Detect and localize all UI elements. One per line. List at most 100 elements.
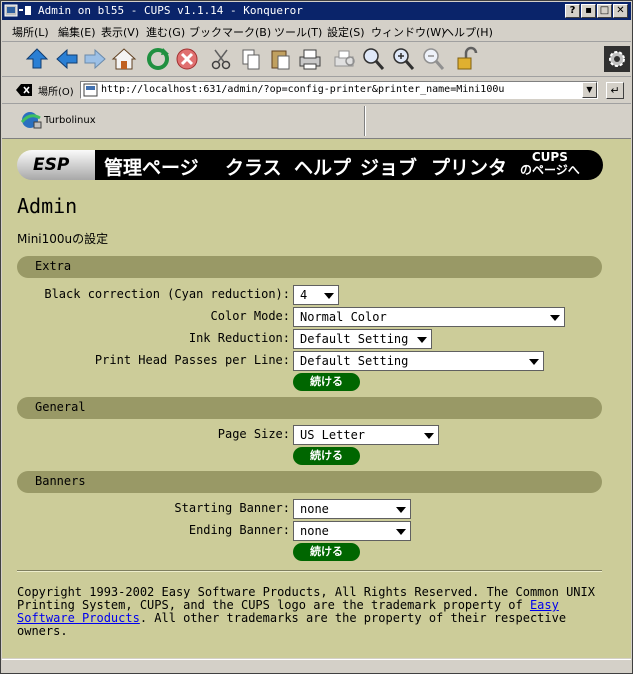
section-general-title: General	[35, 400, 86, 414]
status-bar	[2, 659, 631, 674]
ink-reduction-label: Ink Reduction:	[188, 331, 290, 345]
page-title: Admin	[17, 194, 78, 218]
title-bar[interactable]: Admin on bl55 - CUPS v1.1.14 - Konqueror…	[2, 2, 631, 20]
ink-reduction-select[interactable]: Default Setting	[293, 329, 432, 349]
menu-settings[interactable]: 設定(S)	[327, 24, 365, 40]
extra-continue-button[interactable]: 続ける	[293, 373, 360, 391]
zoom-in-icon[interactable]	[390, 46, 416, 72]
menu-go[interactable]: 進む(G)	[146, 24, 185, 40]
page-size-value: US Letter	[300, 428, 366, 442]
url-history-dropdown[interactable]: ▼	[582, 82, 597, 98]
section-extra-title: Extra	[35, 259, 72, 273]
nav-jobs-link[interactable]: ジョブ	[360, 153, 417, 180]
cut-icon[interactable]	[208, 46, 234, 72]
nav-printers-link[interactable]: プリンタ	[431, 153, 507, 180]
starting-banner-label: Starting Banner:	[174, 501, 290, 515]
section-banners-title: Banners	[35, 474, 86, 488]
starting-banner-value: none	[300, 502, 329, 516]
black-correction-value: 4	[300, 288, 308, 302]
back-arrow-icon[interactable]	[54, 46, 80, 72]
section-extra-header: Extra	[17, 256, 602, 278]
menu-tools[interactable]: ツール(T)	[274, 24, 322, 40]
copyright-footer: Copyright 1993-2002 Easy Software Produc…	[17, 586, 607, 638]
menu-edit[interactable]: 編集(E)	[58, 24, 96, 40]
footer-text-1: Copyright 1993-2002 Easy Software Produc…	[17, 585, 595, 612]
nav-classes-link[interactable]: クラス	[225, 153, 282, 180]
cups-link-line2: のページへ	[520, 163, 580, 177]
ink-reduction-value: Default Setting	[300, 332, 409, 346]
esp-logo[interactable]: ESP	[17, 150, 95, 180]
chevron-down-icon	[550, 315, 560, 321]
head-passes-select[interactable]: Default Setting	[293, 351, 544, 371]
turbolinux-icon	[20, 112, 42, 129]
ending-banner-value: none	[300, 524, 329, 538]
black-correction-select[interactable]: 4	[293, 285, 339, 305]
chevron-down-icon	[529, 359, 539, 365]
color-mode-label: Color Mode:	[210, 309, 290, 323]
maximize-button[interactable]: □	[597, 4, 612, 18]
location-label: 場所(O)	[38, 87, 74, 98]
chevron-down-icon	[396, 507, 406, 513]
color-mode-value: Normal Color	[300, 310, 387, 324]
go-icon[interactable]: ↵	[606, 82, 624, 99]
head-passes-value: Default Setting	[300, 354, 409, 368]
up-arrow-icon[interactable]	[24, 46, 50, 72]
minimize-button[interactable]: ▪	[581, 4, 596, 18]
window-menu-icon[interactable]	[4, 3, 34, 19]
black-correction-label: Black correction (Cyan reduction):	[44, 287, 290, 301]
color-mode-select[interactable]: Normal Color	[293, 307, 565, 327]
footer-divider	[17, 570, 602, 572]
page-size-label: Page Size:	[217, 427, 290, 441]
reload-icon[interactable]	[145, 46, 171, 72]
head-passes-label: Print Head Passes per Line:	[94, 353, 290, 367]
nav-help-link[interactable]: ヘルプ	[294, 153, 351, 180]
nav-cups-home-link[interactable]: CUPS のページへ	[520, 151, 580, 177]
stop-icon[interactable]	[174, 46, 200, 72]
page-icon	[83, 83, 98, 97]
close-button[interactable]: ✕	[613, 4, 628, 18]
konqueror-gear-icon[interactable]	[604, 46, 630, 72]
menu-bookmarks[interactable]: ブックマーク(B)	[189, 24, 271, 40]
location-bar: 場所(O) http://localhost:631/admin/?op=con…	[2, 77, 631, 104]
lock-icon[interactable]	[454, 46, 480, 72]
zoom-out-icon[interactable]	[420, 46, 446, 72]
print-preview-icon[interactable]	[332, 46, 358, 72]
cups-header-banner: ESP 管理ページ クラス ヘルプ ジョブ プリンタ CUPS のページへ	[17, 150, 603, 180]
general-continue-button[interactable]: 続ける	[293, 447, 360, 465]
copy-icon[interactable]	[238, 46, 264, 72]
page-content: ESP 管理ページ クラス ヘルプ ジョブ プリンタ CUPS のページへ Adm…	[2, 139, 631, 658]
menu-window[interactable]: ウィンドウ(W)	[371, 24, 445, 40]
help-button[interactable]: ?	[565, 4, 580, 18]
window-title: Admin on bl55 - CUPS v1.1.14 - Konqueror	[38, 4, 303, 17]
banners-continue-button[interactable]: 続ける	[293, 543, 360, 561]
chevron-down-icon	[417, 337, 427, 343]
toolbar	[2, 42, 631, 77]
ending-banner-select[interactable]: none	[293, 521, 411, 541]
starting-banner-select[interactable]: none	[293, 499, 411, 519]
chevron-down-icon	[396, 529, 406, 535]
section-banners-header: Banners	[17, 471, 602, 493]
ending-banner-label: Ending Banner:	[188, 523, 290, 537]
menu-location[interactable]: 場所(L)	[12, 24, 49, 40]
print-icon[interactable]	[297, 46, 323, 72]
clear-location-icon[interactable]	[16, 84, 32, 96]
page-subtitle: Mini100uの設定	[17, 232, 109, 246]
menu-view[interactable]: 表示(V)	[101, 24, 139, 40]
paste-icon[interactable]	[268, 46, 294, 72]
bookmark-turbolinux[interactable]: Turbolinux	[44, 115, 96, 126]
chevron-down-icon	[324, 293, 334, 299]
url-text: http://localhost:631/admin/?op=config-pr…	[101, 84, 505, 95]
menu-bar: 場所(L) 編集(E) 表示(V) 進む(G) ブックマーク(B) ツール(T)…	[2, 21, 631, 42]
browser-window: Admin on bl55 - CUPS v1.1.14 - Konqueror…	[0, 0, 633, 674]
nav-admin-link[interactable]: 管理ページ	[104, 153, 199, 180]
chevron-down-icon	[424, 433, 434, 439]
menu-help[interactable]: ヘルプ(H)	[443, 24, 493, 40]
bookmark-separator	[364, 106, 366, 136]
bookmark-bar: Turbolinux	[2, 104, 631, 139]
home-icon[interactable]	[111, 46, 137, 72]
page-size-select[interactable]: US Letter	[293, 425, 439, 445]
url-input[interactable]: http://localhost:631/admin/?op=config-pr…	[80, 81, 598, 99]
zoom-icon[interactable]	[360, 46, 386, 72]
forward-arrow-icon[interactable]	[82, 46, 108, 72]
esp-logo-text: ESP	[33, 155, 70, 175]
